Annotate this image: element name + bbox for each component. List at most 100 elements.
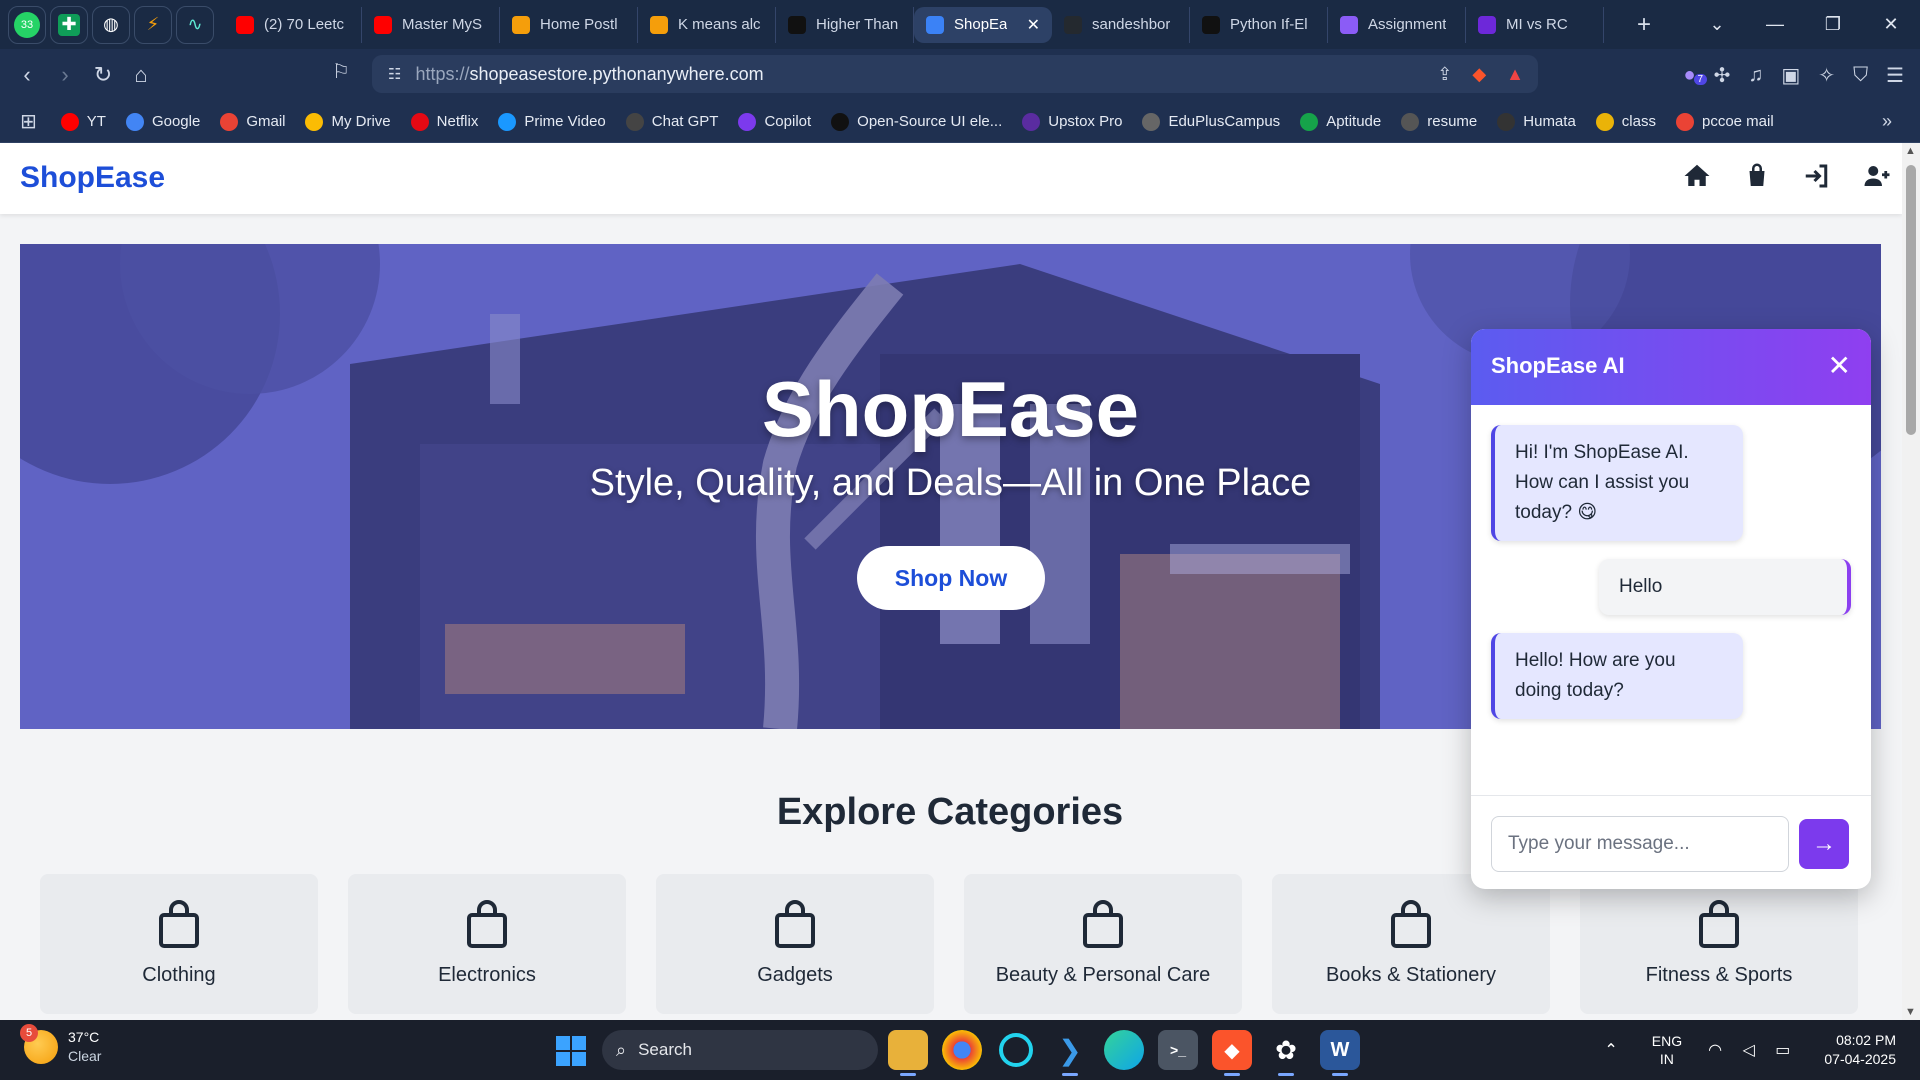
tab[interactable]: Home Postl (500, 6, 638, 43)
language-indicator[interactable]: ENG IN (1652, 1032, 1682, 1068)
page-scrollbar[interactable]: ▲ ▼ (1902, 143, 1920, 1020)
puzzle-icon[interactable]: ✣ (1714, 63, 1731, 88)
pinned-tab-swirl[interactable]: ∿ (176, 5, 214, 44)
bookmark-item[interactable]: Prime Video (498, 112, 606, 131)
bookmark-favicon-icon (738, 112, 757, 131)
pinned-tab-sheets[interactable]: ✚ (50, 5, 88, 44)
home-icon[interactable] (1682, 161, 1712, 191)
bookmark-item[interactable]: Gmail (220, 112, 285, 131)
category-label: Fitness & Sports (1645, 964, 1793, 986)
new-tab-button[interactable]: + (1624, 11, 1664, 39)
tab[interactable]: Higher Than (776, 6, 914, 43)
start-button[interactable] (556, 1036, 586, 1066)
apps-grid-icon[interactable]: ⊞ (20, 109, 37, 134)
clock-time: 08:02 PM (1836, 1032, 1896, 1048)
leo-ai-icon[interactable]: ✧ (1818, 63, 1835, 88)
bookmark-item[interactable]: Chat GPT (625, 112, 718, 131)
shopping-bag-icon[interactable] (1742, 161, 1772, 191)
url-text[interactable]: https://shopeasestore.pythonanywhere.com (415, 64, 763, 85)
tray-chevron-icon[interactable]: ⌃ (1604, 1040, 1617, 1060)
bookmark-item[interactable]: resume (1401, 112, 1477, 131)
category-card[interactable]: Fitness & Sports (1580, 874, 1858, 1014)
vpn-shield-icon[interactable]: ⛉ (1853, 64, 1868, 87)
terminal-icon[interactable]: >_ (1158, 1030, 1198, 1070)
more-bookmarks-icon[interactable]: » (1882, 111, 1892, 132)
wifi-volume-battery-icons[interactable]: ◠ ◁ ▭ (1708, 1040, 1798, 1060)
edge-icon[interactable] (1104, 1030, 1144, 1070)
tab[interactable]: Python If-El (1190, 6, 1328, 43)
tab[interactable]: MI vs RC (1466, 6, 1604, 43)
category-card[interactable]: Beauty & Personal Care (964, 874, 1242, 1014)
word-icon[interactable]: W (1320, 1030, 1360, 1076)
bookmark-item[interactable]: Open-Source UI ele... (831, 112, 1002, 131)
bookmark-item[interactable]: Upstox Pro (1022, 112, 1122, 131)
tab[interactable]: Master MyS (362, 6, 500, 43)
tab[interactable]: (2) 70 Leetc (224, 6, 362, 43)
shop-now-button[interactable]: Shop Now (857, 546, 1045, 610)
bookmark-item[interactable]: Copilot (738, 112, 811, 131)
bookmark-item[interactable]: My Drive (305, 112, 391, 131)
chrome-icon[interactable] (942, 1030, 982, 1070)
wallet-icon[interactable]: ▣ (1781, 63, 1800, 88)
home-button[interactable]: ⌂ (122, 62, 160, 88)
tab-search-chevron-icon[interactable]: ⌄ (1688, 14, 1746, 35)
category-card[interactable]: Gadgets (656, 874, 934, 1014)
bookmark-item[interactable]: Humata (1497, 112, 1576, 131)
pinned-tab-whatsapp[interactable]: 33 (8, 5, 46, 44)
weather-widget[interactable]: 5 37°C Clear (20, 1024, 101, 1066)
bookmark-item[interactable]: Aptitude (1300, 112, 1381, 131)
bookmark-item[interactable]: YT (60, 112, 106, 131)
extension-badge-icon[interactable]: ● 7 (1684, 64, 1708, 87)
bookmark-page-icon[interactable]: ⚐ (332, 59, 350, 84)
menu-icon[interactable]: ☰ (1886, 63, 1904, 88)
add-user-icon[interactable] (1862, 161, 1892, 191)
tab[interactable]: K means alc (638, 6, 776, 43)
bookmark-favicon-icon (1022, 112, 1041, 131)
close-window-button[interactable]: ✕ (1862, 14, 1920, 35)
bookmark-item[interactable]: Google (125, 112, 200, 131)
reload-button[interactable]: ↻ (84, 62, 122, 88)
minimize-button[interactable]: — (1746, 14, 1804, 35)
close-tab-icon[interactable]: ✕ (1027, 15, 1040, 35)
tab-active[interactable]: ShopEa ✕ (914, 6, 1052, 43)
taskbar-search[interactable]: ⌕ Search (602, 1030, 878, 1070)
cortana-icon[interactable] (999, 1033, 1033, 1067)
chat-message-input[interactable] (1491, 816, 1789, 872)
category-card[interactable]: Books & Stationery (1272, 874, 1550, 1014)
chat-close-button[interactable]: ✕ (1828, 349, 1851, 382)
category-card[interactable]: Clothing (40, 874, 318, 1014)
brave-icon[interactable]: ◆ (1212, 1030, 1252, 1076)
brave-rewards-icon[interactable]: ▲ (1506, 64, 1524, 85)
tab-title: K means alc (678, 16, 761, 33)
bookmark-item[interactable]: class (1595, 112, 1656, 131)
clock[interactable]: 08:02 PM 07-04-2025 (1824, 1031, 1896, 1069)
chatgpt-icon[interactable]: ✿ (1266, 1030, 1306, 1076)
bookmark-label: My Drive (331, 113, 391, 130)
swirl-icon: ∿ (187, 14, 203, 34)
site-settings-icon[interactable]: ☷ (388, 65, 401, 83)
category-label: Electronics (438, 964, 536, 986)
chat-send-button[interactable]: → (1799, 819, 1849, 869)
pinned-tab-lightning[interactable]: ⚡ (134, 5, 172, 44)
back-button[interactable]: ‹ (8, 62, 46, 88)
vscode-icon[interactable]: ❯ (1050, 1030, 1090, 1076)
scrollbar-thumb[interactable] (1906, 165, 1916, 435)
forward-button[interactable]: › (46, 62, 84, 88)
maximize-button[interactable]: ❐ (1804, 14, 1862, 35)
bookmark-item[interactable]: pccoe mail (1675, 112, 1774, 131)
address-bar[interactable]: ☷ https://shopeasestore.pythonanywhere.c… (372, 55, 1538, 93)
share-icon[interactable]: ⇪ (1437, 64, 1452, 85)
pinned-tab-globe[interactable]: ◍ (92, 5, 130, 44)
bookmark-item[interactable]: EduPlusCampus (1142, 112, 1280, 131)
scroll-down-arrow-icon[interactable]: ▼ (1905, 1006, 1916, 1018)
category-card[interactable]: Electronics (348, 874, 626, 1014)
tab[interactable]: Assignment (1328, 6, 1466, 43)
tab[interactable]: sandeshbor (1052, 6, 1190, 43)
scroll-up-arrow-icon[interactable]: ▲ (1905, 145, 1916, 157)
music-icon[interactable]: ♫ (1748, 64, 1763, 87)
login-icon[interactable] (1802, 161, 1832, 191)
bookmark-item[interactable]: Netflix (410, 112, 478, 131)
site-brand[interactable]: ShopEase (20, 161, 165, 195)
file-explorer-icon[interactable] (888, 1030, 928, 1076)
brave-shields-icon[interactable]: ◆ (1472, 64, 1486, 85)
